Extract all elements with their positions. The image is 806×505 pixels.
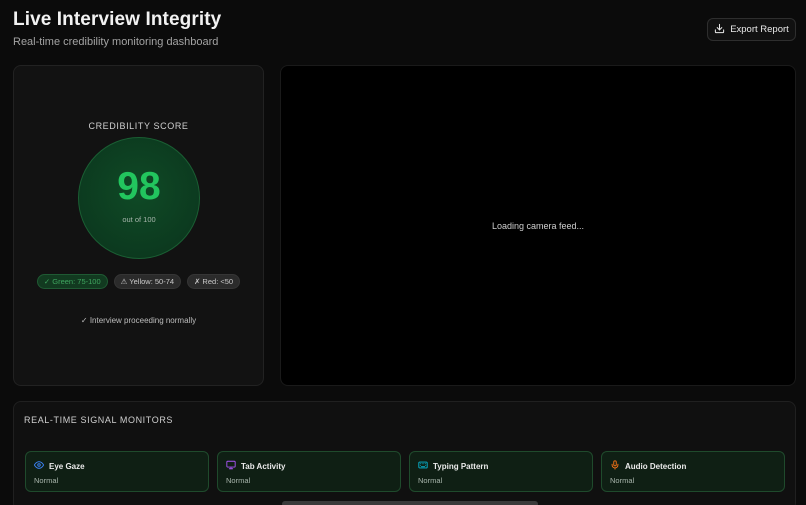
signal-card-typing-pattern: Typing Pattern Normal bbox=[409, 451, 593, 492]
eye-icon bbox=[33, 460, 45, 472]
interview-status: ✓ Interview proceeding normally bbox=[80, 316, 197, 325]
signal-status: Normal bbox=[418, 476, 443, 485]
signal-card-tab-activity: Tab Activity Normal bbox=[217, 451, 401, 492]
export-report-label: Export Report bbox=[730, 24, 789, 35]
camera-feed: Loading camera feed... bbox=[280, 65, 796, 386]
green-range-badge: ✓ Green: 75-100 bbox=[36, 274, 108, 289]
score-legend: ✓ Green: 75-100 ⚠ Yellow: 50-74 ✗ Red: <… bbox=[14, 274, 263, 289]
score-circle: 98 out of 100 bbox=[78, 137, 200, 259]
signal-status: Normal bbox=[34, 476, 59, 485]
signal-monitors-panel: REAL-TIME SIGNAL MONITORS Eye Gaze Norma… bbox=[13, 401, 796, 505]
signal-label: Tab Activity bbox=[241, 461, 286, 471]
credibility-score-title: CREDIBILITY SCORE bbox=[88, 121, 189, 131]
signal-status: Normal bbox=[226, 476, 251, 485]
score-out-of: out of 100 bbox=[122, 215, 156, 224]
camera-loading-text: Loading camera feed... bbox=[491, 221, 585, 231]
yellow-range-badge: ⚠ Yellow: 50-74 bbox=[113, 274, 182, 289]
signal-monitors-title: REAL-TIME SIGNAL MONITORS bbox=[24, 415, 174, 425]
score-value: 98 bbox=[117, 165, 161, 208]
dashboard-page: Live Interview Integrity Real-time credi… bbox=[0, 0, 806, 505]
signal-label: Audio Detection bbox=[625, 461, 687, 471]
keyboard-icon bbox=[418, 460, 428, 472]
signal-card-eye-gaze: Eye Gaze Normal bbox=[25, 451, 209, 492]
monitor-icon bbox=[226, 460, 236, 472]
credibility-score-card: CREDIBILITY SCORE 98 out of 100 ✓ Green:… bbox=[13, 65, 264, 386]
page-title: Live Interview Integrity bbox=[13, 9, 222, 30]
page-subtitle: Real-time credibility monitoring dashboa… bbox=[13, 36, 219, 48]
signal-status: Normal bbox=[610, 476, 635, 485]
microphone-icon bbox=[610, 460, 620, 472]
signal-label: Typing Pattern bbox=[433, 461, 489, 471]
download-icon bbox=[714, 23, 725, 37]
red-range-badge: ✗ Red: <50 bbox=[187, 274, 241, 289]
signal-card-audio-detection: Audio Detection Normal bbox=[601, 451, 785, 492]
export-report-button[interactable]: Export Report bbox=[707, 18, 796, 41]
signal-label: Eye Gaze bbox=[49, 461, 85, 471]
horizontal-scrollbar[interactable] bbox=[282, 501, 538, 505]
